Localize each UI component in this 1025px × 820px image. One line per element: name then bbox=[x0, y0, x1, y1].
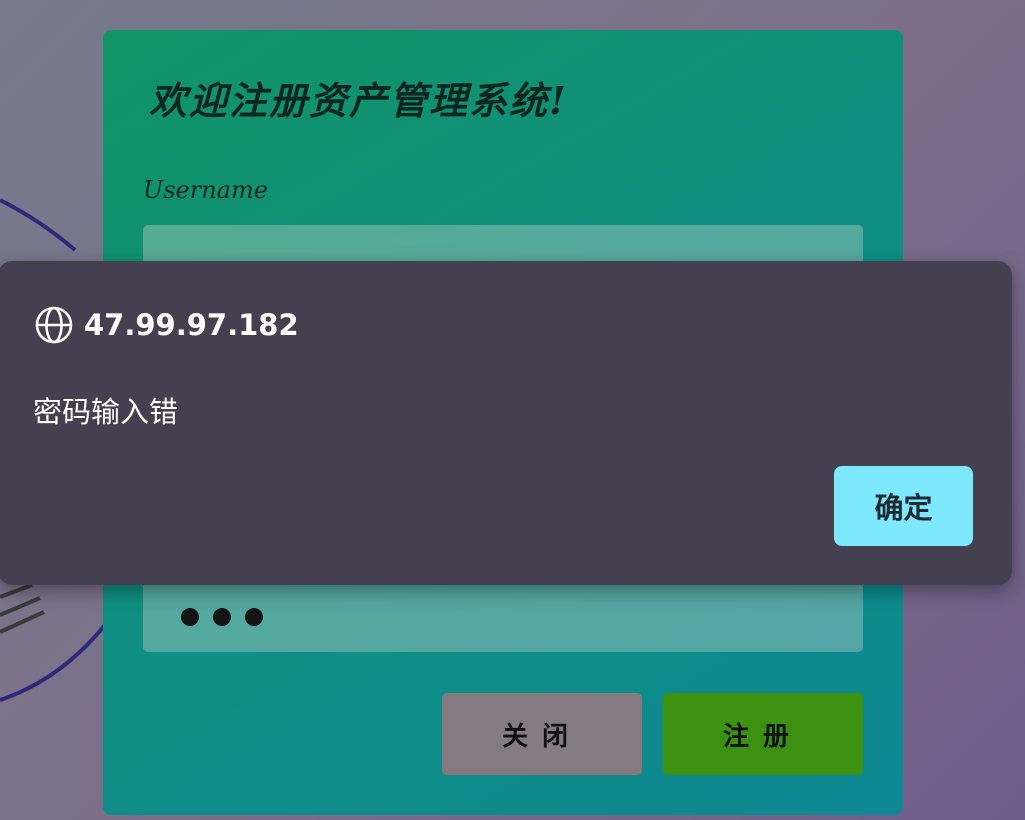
dialog-origin-address: 47.99.97.182 bbox=[84, 308, 299, 342]
password-dot bbox=[181, 608, 199, 626]
dialog-origin: 47.99.97.182 bbox=[34, 305, 299, 345]
page-title: 欢迎注册资产管理系统! bbox=[149, 78, 568, 123]
dialog-ok-button[interactable]: 确定 bbox=[834, 466, 973, 546]
username-label: Username bbox=[143, 176, 268, 204]
background-arc-top bbox=[0, 198, 77, 252]
alert-dialog: 47.99.97.182 密码输入错 确定 bbox=[0, 261, 1012, 585]
close-button[interactable]: 关闭 bbox=[442, 693, 642, 775]
password-dot bbox=[245, 608, 263, 626]
register-button[interactable]: 注册 bbox=[663, 693, 863, 775]
background-arc-bottom bbox=[0, 623, 107, 702]
globe-icon bbox=[35, 306, 73, 344]
password-dot bbox=[213, 608, 231, 626]
background-lines bbox=[0, 583, 45, 634]
dialog-message: 密码输入错 bbox=[33, 395, 179, 429]
password-mask bbox=[181, 608, 263, 626]
